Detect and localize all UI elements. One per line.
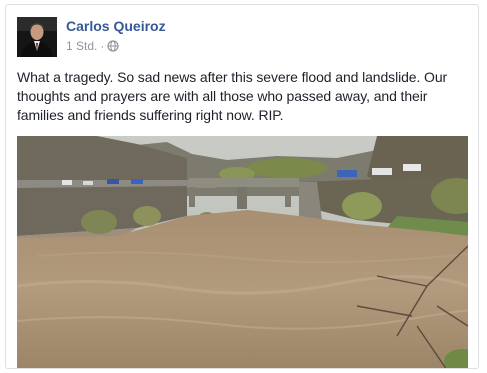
post-photo[interactable] <box>17 136 468 368</box>
globe-icon[interactable] <box>107 40 119 52</box>
meta-separator: · <box>100 39 105 53</box>
post-timestamp[interactable]: 1 Std. <box>66 39 97 53</box>
profile-picture <box>17 17 57 57</box>
flood-photo <box>17 136 468 368</box>
post-card: Carlos Queiroz 1 Std. · What a tragedy. … <box>5 4 479 369</box>
post-meta: 1 Std. · <box>66 39 119 53</box>
author-name[interactable]: Carlos Queiroz <box>66 18 166 34</box>
post-text: What a tragedy. So sad news after this s… <box>17 69 448 123</box>
author-avatar[interactable] <box>17 17 57 57</box>
